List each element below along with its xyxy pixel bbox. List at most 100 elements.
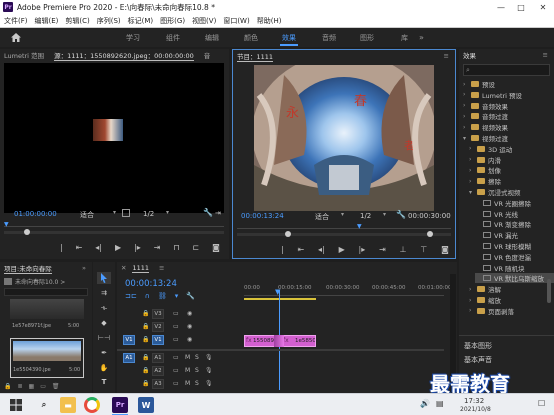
source-time-ruler[interactable]: ▼ (4, 221, 224, 228)
mark-in-icon[interactable]: | (281, 245, 284, 254)
timeline-timecode[interactable]: 00:00:13:24 (125, 279, 177, 289)
effects-list-item[interactable]: › 音频效果 (463, 101, 508, 111)
mark-in-icon[interactable]: | (60, 243, 63, 252)
tab-program[interactable]: 节目：1111 (237, 51, 274, 62)
track-target-a2[interactable]: A2 (152, 366, 164, 376)
play-icon[interactable]: ▶ (115, 243, 121, 252)
close-tab-icon[interactable]: ✕ (121, 264, 126, 272)
word-icon[interactable]: W (138, 397, 154, 413)
step-back-icon[interactable]: ◂| (95, 243, 102, 252)
program-timecode[interactable]: 00:00:13:24 (241, 212, 284, 220)
chevron-right-icon[interactable]: › (469, 297, 477, 304)
track-target-a1[interactable]: A1 (152, 353, 164, 363)
source-zoom-handle[interactable] (24, 229, 30, 235)
lock-icon[interactable]: 🔒 (142, 367, 149, 374)
linked-selection-icon[interactable]: ⛓ (158, 292, 167, 300)
effects-list-item[interactable]: VR 默比乌斯缩放 (475, 273, 554, 284)
tab-audio-mixer[interactable]: 音 (204, 50, 211, 60)
effects-list-item[interactable]: VR 渐变擦除 (475, 219, 531, 229)
effects-list-item[interactable]: › 溶解 (469, 284, 501, 295)
chevron-down-icon[interactable]: ▾ (463, 135, 471, 142)
chevron-right-icon[interactable]: › (469, 145, 477, 152)
voiceover-icon[interactable]: 🎙 (205, 367, 213, 374)
track-target-v1[interactable]: V1 (152, 335, 164, 345)
project-item[interactable]: 1e57e8971f.jpe 5:00 (10, 299, 84, 336)
volume-icon[interactable]: 🔊 (420, 399, 430, 408)
menu-window[interactable]: 窗口(W) (223, 16, 249, 26)
timeline-ruler[interactable]: 00:00 00:00:15:00 00:00:30:00 00:00:45:0… (244, 282, 452, 296)
chevron-right-icon[interactable]: › (469, 286, 477, 293)
premiere-pro-icon[interactable]: Pr (112, 397, 128, 413)
track-target-v3[interactable]: V3 (152, 309, 164, 319)
source-fit-select[interactable]: 适合 (80, 210, 94, 220)
program-time-ruler[interactable]: ▼ (237, 223, 451, 230)
source-fit-dropdown-icon[interactable]: ▾ (113, 209, 116, 216)
effects-list-item[interactable]: ▾ 视频过渡 (463, 133, 508, 144)
sync-lock-icon[interactable]: ▭ (173, 310, 179, 317)
home-icon[interactable] (10, 32, 22, 43)
menu-clip[interactable]: 剪辑(C) (65, 16, 89, 26)
project-more-icon[interactable]: » (82, 264, 86, 272)
effects-list-item[interactable]: VR 色度泄漏 (475, 252, 531, 262)
project-item-selected[interactable]: 1e5504390.jpe 5:00 (10, 338, 84, 378)
file-explorer-icon[interactable]: ▬ (60, 397, 76, 413)
effects-title[interactable]: 效果 (463, 50, 476, 60)
chevron-right-icon[interactable]: › (469, 307, 477, 314)
step-back-icon[interactable]: ◂| (318, 245, 325, 254)
program-playhead-icon[interactable]: ▼ (357, 223, 362, 230)
source-safe-margin-icon[interactable] (122, 209, 130, 217)
effects-list-item[interactable]: VR 光圈擦除 (475, 198, 531, 208)
insert-icon[interactable]: ⊓ (173, 243, 179, 252)
sync-lock-icon[interactable]: ▭ (173, 323, 179, 330)
essential-graphics-panel-title[interactable]: 基本图形 (464, 341, 492, 351)
source-patch-a1[interactable]: A1 (123, 353, 135, 363)
workspace-color[interactable]: 颜色 (244, 33, 258, 43)
sync-lock-icon[interactable]: ▭ (173, 336, 179, 343)
effects-list-item[interactable]: › 内滑 (469, 155, 501, 165)
chevron-right-icon[interactable]: › (463, 81, 471, 88)
solo-icon[interactable]: S (195, 354, 199, 361)
new-bin-icon[interactable]: ▭ (40, 383, 46, 390)
solo-icon[interactable]: S (195, 367, 199, 374)
source-settings-icon[interactable]: 🔧 (203, 208, 213, 217)
go-to-out-icon[interactable]: ⇥ (154, 243, 161, 252)
program-resolution-dropdown-icon[interactable]: ▾ (383, 211, 386, 218)
project-file-name[interactable]: 未命向春际10.0 > (15, 277, 65, 286)
program-viewer[interactable]: 永 春 者 (254, 65, 434, 211)
tab-lumetri-scopes[interactable]: Lumetri 范围 (4, 50, 44, 60)
source-zoom-bar[interactable] (4, 229, 224, 235)
step-forward-icon[interactable]: |▸ (359, 245, 366, 254)
timeline-settings-icon[interactable]: 🔧 (186, 292, 195, 300)
sync-lock-icon[interactable]: ▭ (173, 380, 179, 387)
chevron-right-icon[interactable]: › (463, 113, 471, 120)
workspace-assembly[interactable]: 组件 (166, 33, 180, 43)
tab-sequence[interactable]: 1111 (132, 264, 149, 273)
type-tool-icon[interactable]: T (97, 376, 111, 388)
effects-search-input[interactable]: ⌕ (463, 64, 550, 76)
chevron-right-icon[interactable]: › (463, 124, 471, 131)
selection-tool-icon[interactable] (97, 272, 111, 284)
menu-graphics[interactable]: 图形(G) (160, 16, 185, 26)
chevron-right-icon[interactable]: › (469, 156, 477, 163)
lock-icon[interactable]: 🔒 (4, 383, 11, 390)
go-to-out-icon[interactable]: ⇥ (379, 245, 386, 254)
effects-list-item[interactable]: VR 光线 (475, 209, 518, 219)
effects-list-item[interactable]: VR 球形模糊 (475, 241, 531, 251)
sync-lock-icon[interactable]: ▭ (173, 367, 179, 374)
program-settings-icon[interactable]: 🔧 (396, 210, 406, 219)
effects-menu-icon[interactable]: ≡ (543, 51, 548, 59)
delete-icon[interactable]: 🗑 (52, 383, 60, 390)
voiceover-icon[interactable]: 🎙 (205, 380, 213, 387)
program-zoom-handle-left[interactable] (285, 231, 291, 237)
close-button[interactable]: ✕ (532, 0, 554, 14)
menu-help[interactable]: 帮助(H) (257, 16, 282, 26)
windows-start-icon[interactable] (8, 397, 24, 413)
timeline-menu-icon[interactable]: ≡ (159, 264, 164, 272)
source-viewer[interactable] (4, 63, 224, 213)
chevron-right-icon[interactable]: › (469, 178, 477, 185)
sync-lock-icon[interactable]: ▭ (173, 354, 179, 361)
track-target-v2[interactable]: V2 (152, 322, 164, 332)
effects-list-item[interactable]: › Lumetri 预设 (463, 90, 522, 100)
slip-tool-icon[interactable]: ⊢⊣ (97, 332, 111, 344)
video-audio-divider[interactable] (117, 349, 444, 351)
